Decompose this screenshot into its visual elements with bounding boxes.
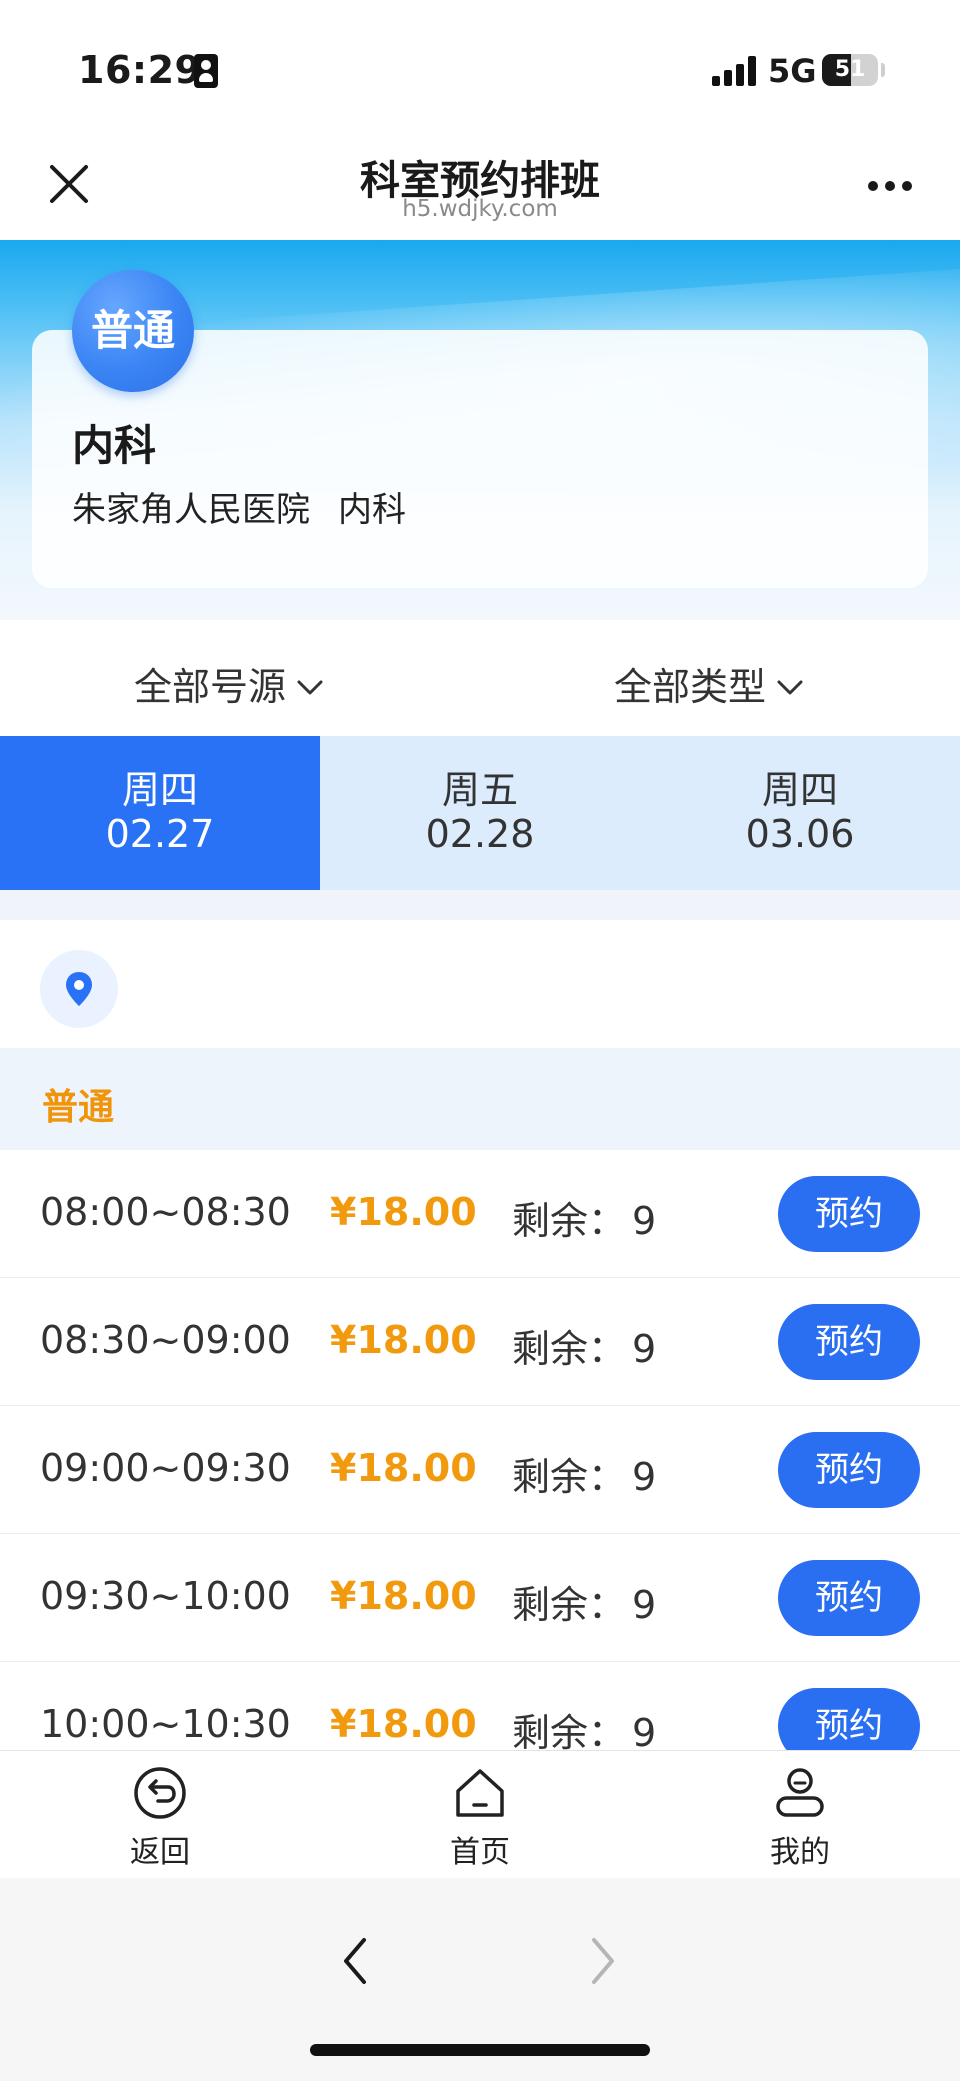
hospital-name: 朱家角人民医院 [72,490,310,530]
network-type: 5G [768,52,817,90]
slot-remaining-label: 剩余： [512,1583,627,1627]
section-title: 普通 [42,1087,115,1128]
slot-time: 08:30~09:00 [40,1318,291,1362]
book-button[interactable]: 预约 [778,1560,920,1636]
location-row [0,920,960,1048]
tab-back-label: 返回 [130,1835,190,1870]
department-name: 内科 [72,421,157,470]
slot-remaining: 剩余： 9 [512,1446,656,1501]
chevron-left-icon [344,1938,366,1984]
slot-price: ¥18.00 [330,1574,477,1618]
undo-circle-icon [134,1767,186,1819]
location-pin-icon [66,972,92,1006]
date-tab-date: 02.28 [425,812,535,856]
slot-list: 08:00~08:30 ¥18.00 剩余： 9 预约 08:30~09:00 ¥… [0,1150,960,1750]
slot-remaining-label: 剩余： [512,1455,627,1499]
browser-back-button[interactable] [340,1936,370,1990]
slot-remaining-count: 9 [632,1455,657,1499]
slot-row: 08:00~08:30 ¥18.00 剩余： 9 预约 [0,1150,960,1278]
more-button[interactable] [862,175,918,195]
tab-mine-label: 我的 [770,1835,830,1870]
home-indicator [310,2044,650,2056]
slot-remaining: 剩余： 9 [512,1190,656,1245]
slot-remaining: 剩余： 9 [512,1702,656,1750]
slot-price: ¥18.00 [330,1318,477,1362]
type-filter[interactable]: 全部类型 [614,656,804,711]
filter-bar: 全部号源 全部类型 [0,620,960,736]
more-icon-dot [885,181,895,191]
status-bar: 16:29 5G 51 [0,0,960,130]
slot-time: 10:00~10:30 [40,1702,291,1746]
slot-time: 09:30~10:00 [40,1574,291,1618]
divider-band [0,890,960,920]
section-header: 普通 [0,1048,960,1150]
schedule-page: 16:29 5G 51 科室预约排班 h5.wdjky.com 普通 内科 朱家… [0,0,960,2081]
slot-remaining-count: 9 [632,1711,657,1750]
type-badge: 普通 [72,270,194,392]
slot-remaining-count: 9 [632,1583,657,1627]
book-button[interactable]: 预约 [778,1688,920,1750]
slot-row: 09:00~09:30 ¥18.00 剩余： 9 预约 [0,1406,960,1534]
date-tab-weekday: 周四 [761,768,838,812]
hospital-department: 内科 [338,490,406,530]
slot-price: ¥18.00 [330,1702,477,1746]
chevron-right-icon [592,1938,614,1984]
bottom-tab-bar: 返回 首页 我的 [0,1750,960,1878]
status-time: 16:29 [78,48,202,92]
more-icon-dot [902,181,912,191]
tab-mine[interactable]: 我的 [720,1765,880,1871]
date-tabs: 周四 02.27 周五 02.28 周四 03.06 [0,736,960,890]
slot-time: 09:00~09:30 [40,1446,291,1490]
nav-header: 科室预约排班 h5.wdjky.com [0,130,960,240]
location-button[interactable] [40,950,118,1028]
date-tab[interactable]: 周四 03.06 [640,736,960,890]
battery-icon: 51 [822,54,878,86]
date-tab-weekday: 周五 [441,768,518,812]
more-icon [868,181,878,191]
chevron-down-icon [777,680,803,694]
user-icon [776,1768,824,1817]
slot-remaining-label: 剩余： [512,1199,627,1243]
person-badge-icon [194,54,218,88]
book-button[interactable]: 预约 [778,1432,920,1508]
slot-row: 08:30~09:00 ¥18.00 剩余： 9 预约 [0,1278,960,1406]
signal-icon [712,56,758,86]
battery-cap [881,63,885,77]
hospital-line: 朱家角人民医院 内科 [72,482,406,531]
slot-row: 10:00~10:30 ¥18.00 剩余： 9 预约 [0,1662,960,1750]
slot-price: ¥18.00 [330,1446,477,1490]
slot-remaining-count: 9 [632,1199,657,1243]
slot-remaining: 剩余： 9 [512,1318,656,1373]
slot-price: ¥18.00 [330,1190,477,1234]
tab-home[interactable]: 首页 [400,1765,560,1871]
date-tab-date: 02.27 [105,812,215,856]
date-tab[interactable]: 周五 02.28 [320,736,640,890]
date-tab-date: 03.06 [745,812,855,856]
browser-nav-bar [0,1878,960,2081]
slot-remaining-count: 9 [632,1327,657,1371]
slot-remaining: 剩余： 9 [512,1574,656,1629]
browser-forward-button[interactable] [588,1936,618,1990]
book-button[interactable]: 预约 [778,1304,920,1380]
home-icon [456,1769,504,1817]
slot-row: 09:30~10:00 ¥18.00 剩余： 9 预约 [0,1534,960,1662]
type-filter-label: 全部类型 [614,665,767,709]
source-filter-label: 全部号源 [134,665,287,709]
type-badge-label: 普通 [90,306,175,355]
slot-time: 08:00~08:30 [40,1190,291,1234]
chevron-down-icon [297,680,323,694]
date-tab-weekday: 周四 [121,768,198,812]
battery-level: 51 [834,57,866,82]
tab-back[interactable]: 返回 [80,1765,240,1871]
date-tab[interactable]: 周四 02.27 [0,736,320,890]
slot-remaining-label: 剩余： [512,1711,627,1750]
slot-remaining-label: 剩余： [512,1327,627,1371]
source-filter[interactable]: 全部号源 [134,656,324,711]
page-domain: h5.wdjky.com [402,196,558,222]
tab-home-label: 首页 [450,1835,510,1870]
book-button[interactable]: 预约 [778,1176,920,1252]
